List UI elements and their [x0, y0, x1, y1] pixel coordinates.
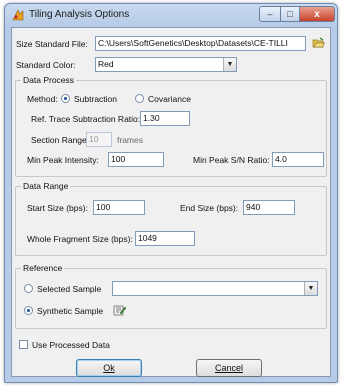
minimize-button[interactable]: –: [259, 6, 281, 22]
maximize-button[interactable]: □: [280, 6, 300, 22]
data-range-legend: Data Range: [21, 181, 71, 191]
min-peak-intensity-field[interactable]: 100: [108, 152, 164, 167]
synthetic-sample-radio[interactable]: [24, 306, 33, 315]
min-peak-intensity-label: Min Peak Intensity:: [27, 155, 99, 165]
method-subtraction-radio[interactable]: [61, 94, 70, 103]
chevron-down-icon: ▼: [304, 282, 317, 295]
section-range-label: Section Range:: [31, 135, 90, 145]
method-subtraction-label: Subtraction: [74, 94, 117, 104]
close-button[interactable]: x: [299, 6, 335, 22]
start-size-field[interactable]: 100: [93, 200, 145, 215]
standard-color-value: Red: [98, 59, 114, 69]
data-range-group: Data Range Start Size (bps): 100 End Siz…: [15, 181, 327, 256]
min-peak-sn-field[interactable]: 4.0: [272, 152, 324, 167]
ok-button-label: Ok: [103, 363, 115, 373]
use-processed-data-checkbox[interactable]: [19, 340, 28, 349]
use-processed-data-label: Use Processed Data: [32, 340, 110, 350]
data-process-legend: Data Process: [21, 75, 77, 85]
ref-trace-label: Ref. Trace Subtraction Ratio:: [31, 114, 141, 124]
selected-sample-radio[interactable]: [24, 284, 33, 293]
reference-legend: Reference: [21, 263, 65, 273]
whole-fragment-size-field[interactable]: 1049: [135, 231, 195, 246]
tiling-analysis-options-window: Tiling Analysis Options – □ x Size Stand…: [4, 3, 338, 383]
method-label: Method:: [27, 94, 58, 104]
data-process-group: Data Process Method: Subtraction Covaria…: [15, 75, 327, 177]
cancel-button-label: Cancel: [214, 363, 243, 373]
standard-color-select[interactable]: Red ▼: [95, 57, 237, 72]
end-size-field[interactable]: 940: [243, 200, 295, 215]
synthetic-sample-label: Synthetic Sample: [37, 306, 104, 316]
size-standard-label: Size Standard File:: [16, 39, 88, 49]
method-covariance-radio[interactable]: [135, 94, 144, 103]
dialog-body: Size Standard File: C:\Users\SoftGenetic…: [11, 27, 331, 377]
start-size-label: Start Size (bps):: [27, 203, 88, 213]
cancel-button[interactable]: Cancel: [196, 359, 262, 377]
reference-group: Reference Selected Sample ▼ Synthetic Sa…: [15, 263, 327, 329]
section-range-unit: frames: [117, 135, 143, 145]
end-size-label: End Size (bps):: [180, 203, 239, 213]
title-bar[interactable]: Tiling Analysis Options – □ x: [5, 4, 337, 26]
chevron-down-icon: ▼: [223, 58, 236, 71]
folder-open-icon[interactable]: [312, 37, 325, 49]
selected-sample-select[interactable]: ▼: [112, 281, 318, 296]
app-icon: [12, 9, 24, 21]
minimize-icon: –: [267, 9, 273, 19]
ok-button[interactable]: Ok: [76, 359, 142, 377]
standard-color-label: Standard Color:: [16, 60, 76, 70]
method-covariance-label: Covariance: [148, 94, 191, 104]
ref-trace-ratio-field[interactable]: 1.30: [140, 111, 190, 126]
window-title: Tiling Analysis Options: [29, 9, 130, 20]
size-standard-file-field[interactable]: C:\Users\SoftGenetics\Desktop\Datasets\C…: [95, 36, 306, 51]
selected-sample-label: Selected Sample: [37, 284, 102, 294]
whole-fragment-size-label: Whole Fragment Size (bps):: [27, 234, 133, 244]
edit-sample-icon[interactable]: [113, 304, 126, 316]
close-icon: x: [314, 8, 320, 20]
maximize-icon: □: [287, 9, 293, 19]
section-range-field[interactable]: 10: [86, 132, 112, 147]
min-peak-sn-label: Min Peak S/N Ratio:: [193, 155, 270, 165]
